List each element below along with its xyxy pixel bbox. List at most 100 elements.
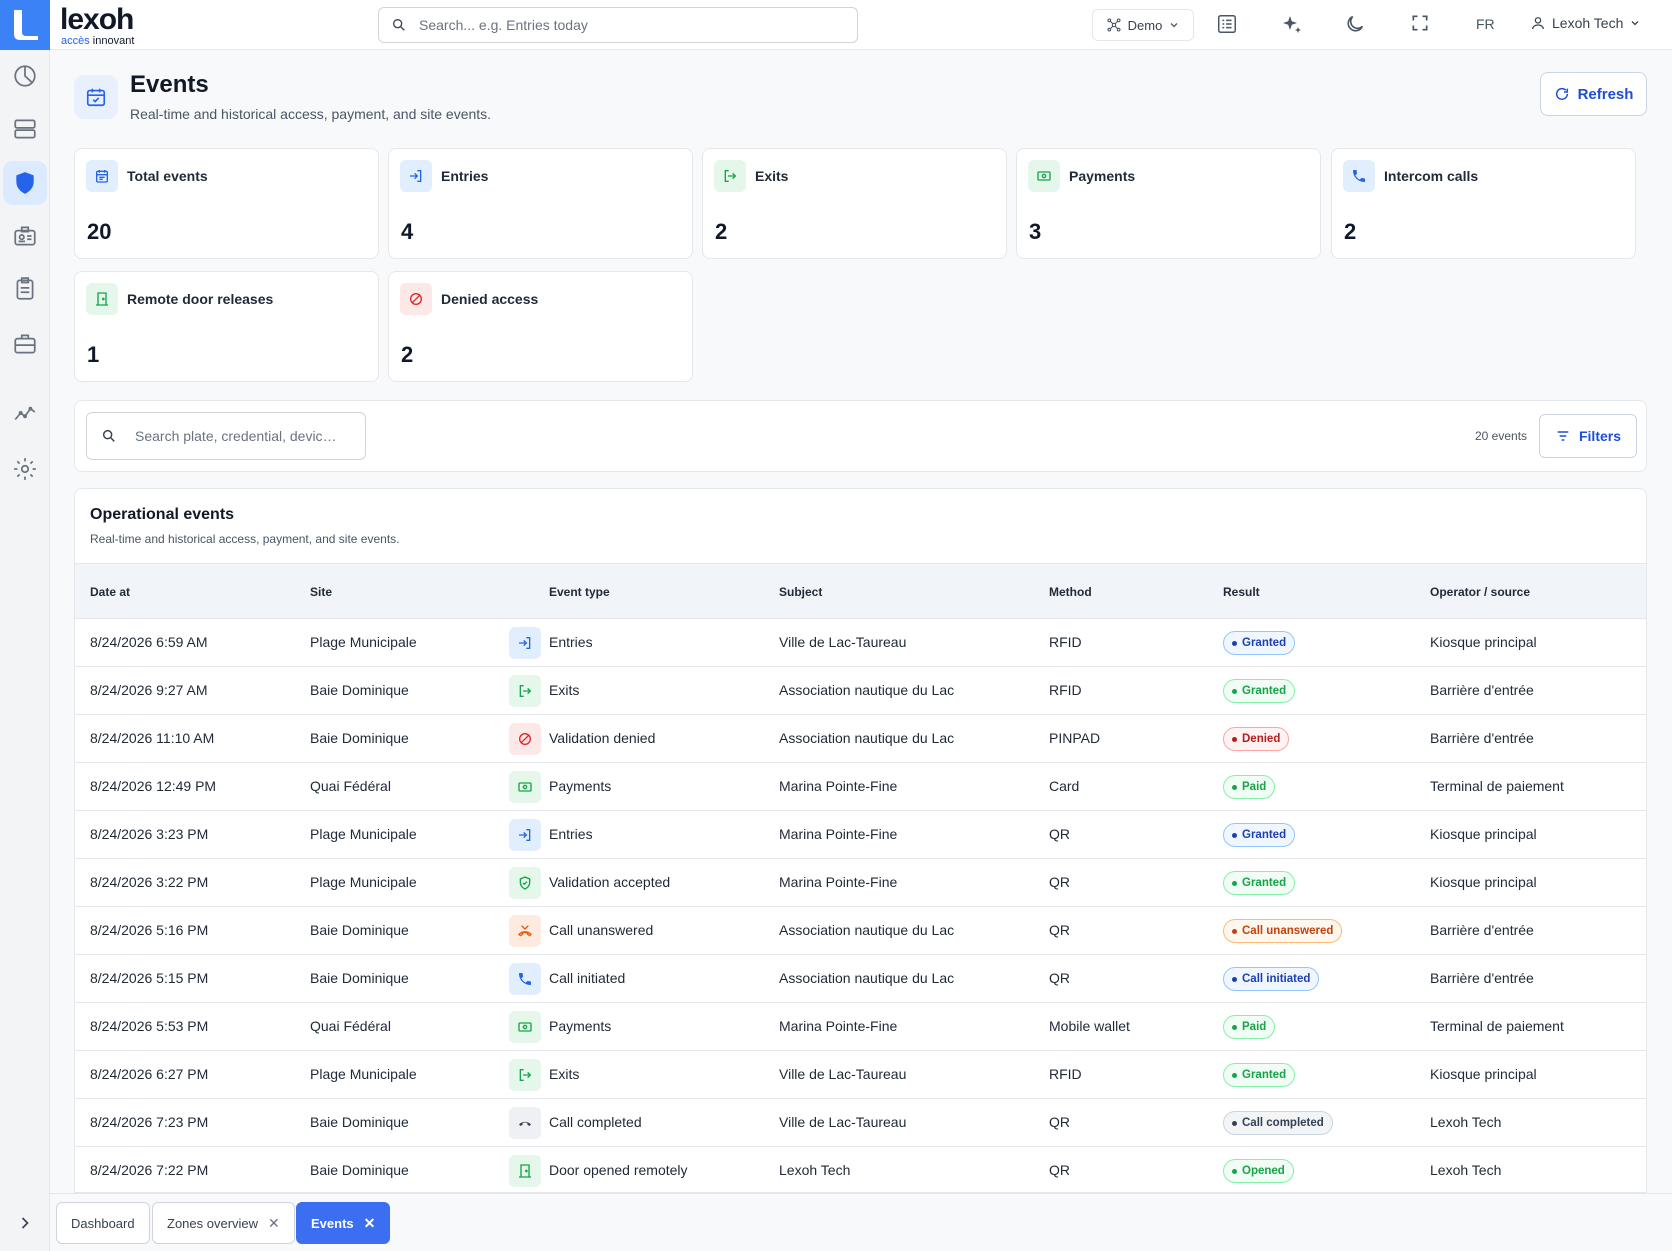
phone-end-icon (509, 1107, 541, 1139)
stat-card[interactable]: Payments 3 (1016, 148, 1321, 259)
logout-icon (714, 160, 746, 192)
stat-value: 2 (401, 342, 414, 367)
analytics-icon[interactable] (9, 397, 41, 429)
cell-site: Plage Municipale (310, 1066, 417, 1082)
col-result[interactable]: Result (1223, 585, 1260, 599)
stat-card[interactable]: Exits 2 (702, 148, 1007, 259)
stat-card[interactable]: Entries 4 (388, 148, 693, 259)
events-count: 20 events (1475, 429, 1528, 443)
table-row[interactable]: 8/24/2026 5:16 PM Baie Dominique Call unan… (75, 907, 1646, 955)
cell-subject: Marina Pointe-Fine (779, 1018, 898, 1034)
table-row[interactable]: 8/24/2026 7:23 PM Baie Dominique Call comp… (75, 1099, 1646, 1147)
col-date[interactable]: Date at (90, 585, 130, 599)
col-event-type[interactable]: Event type (549, 585, 610, 599)
demo-selector[interactable]: Demo (1092, 9, 1194, 41)
cell-date: 8/24/2026 5:15 PM (90, 970, 209, 986)
event-search-input[interactable] (135, 428, 355, 444)
stat-label: Entries (441, 168, 489, 184)
cell-date: 8/24/2026 5:53 PM (90, 1018, 209, 1034)
stat-card[interactable]: Denied access 2 (388, 271, 693, 382)
global-search-input[interactable] (419, 17, 819, 33)
expand-sidebar-icon[interactable] (15, 1213, 35, 1238)
close-icon[interactable]: ✕ (268, 1215, 280, 1232)
cell-method: QR (1049, 874, 1070, 890)
cell-site: Baie Dominique (310, 922, 409, 938)
login-icon (400, 160, 432, 192)
cell-method: RFID (1049, 634, 1082, 650)
result-badge: Call unanswered (1223, 919, 1343, 943)
cell-event-type: Call initiated (549, 970, 626, 986)
cell-site: Baie Dominique (310, 730, 409, 746)
brand-logo[interactable]: lexoh accès innovant (60, 4, 134, 47)
fullscreen-icon[interactable] (1410, 13, 1430, 38)
table-row[interactable]: 8/24/2026 5:53 PM Quai Fédéral Payments Mar… (75, 1003, 1646, 1051)
cell-event-type: Validation denied (549, 730, 656, 746)
user-icon (1532, 17, 1544, 30)
user-menu[interactable]: Lexoh Tech (1530, 15, 1641, 31)
language-switch[interactable]: FR (1476, 16, 1495, 32)
result-badge: Granted (1223, 679, 1296, 703)
filters-button[interactable]: Filters (1539, 414, 1637, 458)
bottom-tab[interactable]: Dashboard (56, 1202, 150, 1244)
table-subtitle: Real-time and historical access, payment… (90, 532, 400, 546)
shield-icon[interactable] (3, 161, 47, 205)
demo-label: Demo (1127, 17, 1163, 33)
stat-card[interactable]: Remote door releases 1 (74, 271, 379, 382)
table-row[interactable]: 8/24/2026 6:27 PM Plage Municipale Exits Vi… (75, 1051, 1646, 1099)
stat-value: 1 (87, 342, 100, 367)
cell-method: QR (1049, 1162, 1070, 1178)
table-row[interactable]: 8/24/2026 3:22 PM Plage Municipale Validat… (75, 859, 1646, 907)
bottom-tab[interactable]: Zones overview ✕ (152, 1202, 295, 1244)
list-view-icon[interactable] (1216, 13, 1238, 40)
cell-site: Plage Municipale (310, 634, 417, 650)
cell-site: Plage Municipale (310, 874, 417, 890)
cell-operator: Barrière d'entrée (1430, 970, 1534, 986)
cell-operator: Kiosque principal (1430, 634, 1537, 650)
col-operator[interactable]: Operator / source (1430, 585, 1530, 599)
table-row[interactable]: 8/24/2026 5:15 PM Baie Dominique Call init… (75, 955, 1646, 1003)
table-row[interactable]: 8/24/2026 3:23 PM Plage Municipale Entries… (75, 811, 1646, 859)
sparkles-icon[interactable] (1280, 13, 1304, 42)
refresh-icon (1555, 87, 1568, 100)
event-search[interactable] (86, 412, 366, 460)
global-search[interactable] (378, 7, 858, 43)
cell-site: Baie Dominique (310, 682, 409, 698)
cell-date: 8/24/2026 3:23 PM (90, 826, 209, 842)
table-row[interactable]: 8/24/2026 11:10 AM Baie Dominique Validati… (75, 715, 1646, 763)
cash-icon (509, 1011, 541, 1043)
table-row[interactable]: 8/24/2026 12:49 PM Quai Fédéral Payments Ma… (75, 763, 1646, 811)
cell-date: 8/24/2026 6:27 PM (90, 1066, 209, 1082)
cell-subject: Ville de Lac-Taureau (779, 1114, 907, 1130)
topbar: lexoh accès innovant Demo FR Lexoh Tech (50, 0, 1672, 50)
cell-operator: Lexoh Tech (1430, 1114, 1502, 1130)
cell-method: QR (1049, 922, 1070, 938)
stat-card[interactable]: Intercom calls 2 (1331, 148, 1636, 259)
dashboard-chart-icon[interactable] (9, 60, 41, 92)
briefcase-icon[interactable] (9, 328, 41, 360)
cell-date: 8/24/2026 5:16 PM (90, 922, 209, 938)
app-logo[interactable] (0, 0, 50, 50)
close-icon[interactable]: ✕ (364, 1215, 376, 1232)
bottom-tab-label: Dashboard (71, 1215, 135, 1231)
door-icon (509, 1155, 541, 1187)
settings-icon[interactable] (9, 453, 41, 485)
server-icon[interactable] (9, 113, 41, 145)
col-method[interactable]: Method (1049, 585, 1092, 599)
chevron-down-icon (1631, 21, 1639, 26)
user-name: Lexoh Tech (1552, 15, 1624, 31)
table-row[interactable]: 8/24/2026 7:22 PM Baie Dominique Door open… (75, 1147, 1646, 1192)
table-row[interactable]: 8/24/2026 9:27 AM Baie Dominique Exits Asso… (75, 667, 1646, 715)
table-row[interactable]: 8/24/2026 6:59 AM Plage Municipale Entries… (75, 619, 1646, 667)
ban-icon (400, 283, 432, 315)
cell-operator: Terminal de paiement (1430, 1018, 1564, 1034)
col-site[interactable]: Site (310, 585, 332, 599)
badge-icon[interactable] (9, 220, 41, 252)
bottom-tab[interactable]: Events ✕ (296, 1202, 391, 1244)
phone-icon (509, 963, 541, 995)
cell-method: RFID (1049, 682, 1082, 698)
clipboard-icon[interactable] (9, 273, 41, 305)
dark-mode-icon[interactable] (1344, 13, 1366, 40)
stat-card[interactable]: Total events 20 (74, 148, 379, 259)
col-subject[interactable]: Subject (779, 585, 822, 599)
refresh-button[interactable]: Refresh (1540, 72, 1647, 116)
